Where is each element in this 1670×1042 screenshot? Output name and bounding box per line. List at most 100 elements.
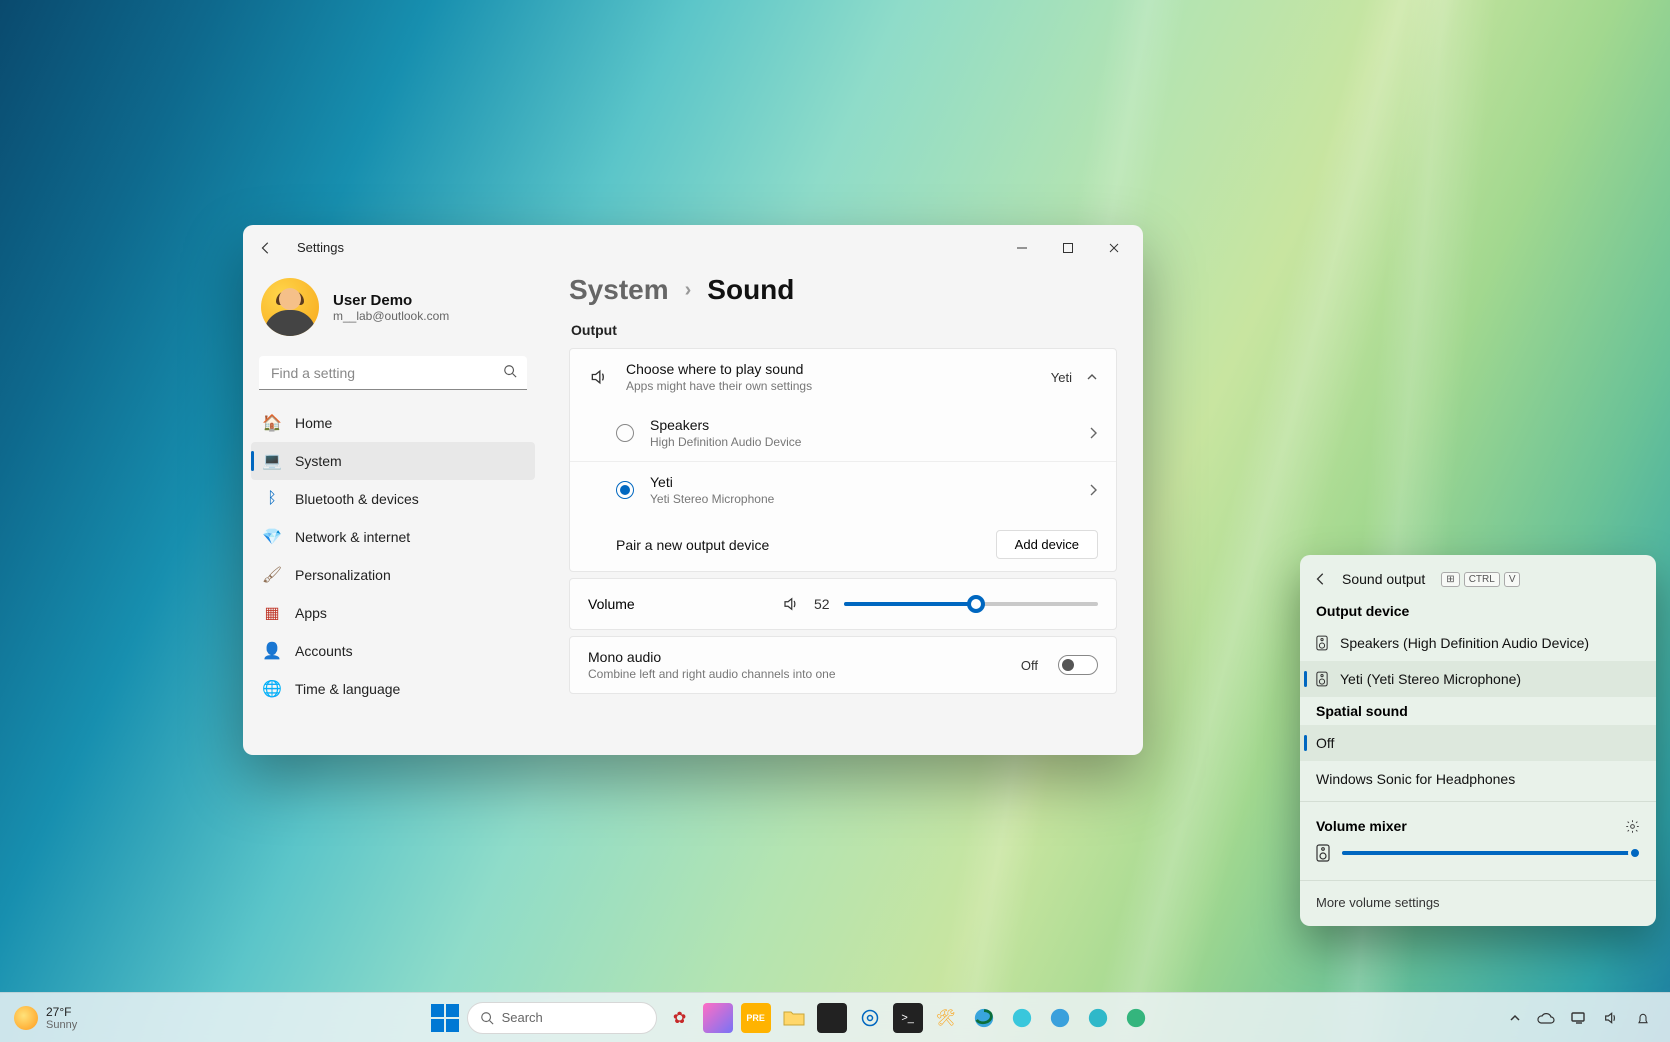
- minimize-button[interactable]: [999, 232, 1045, 264]
- device-icon: [1316, 844, 1330, 862]
- choose-output-sub: Apps might have their own settings: [626, 379, 1035, 393]
- sidebar-item-home[interactable]: 🏠Home: [251, 404, 535, 442]
- avatar: [261, 278, 319, 336]
- output-card: Choose where to play sound Apps might ha…: [569, 348, 1117, 572]
- taskbar-search[interactable]: Search: [467, 1002, 657, 1034]
- sidebar-item-time-language[interactable]: 🌐 Time & language: [251, 670, 535, 708]
- sun-icon: [14, 1006, 38, 1030]
- taskbar-app-icon[interactable]: ✿: [665, 1003, 695, 1033]
- chevron-right-icon: ›: [685, 279, 692, 302]
- choose-output-row[interactable]: Choose where to play sound Apps might ha…: [570, 349, 1116, 405]
- taskbar-app-icon[interactable]: [703, 1003, 733, 1033]
- profile-email: m__lab@outlook.com: [333, 309, 449, 323]
- edge-icon[interactable]: [1083, 1003, 1113, 1033]
- sidebar-item-accounts[interactable]: 👤Accounts: [251, 632, 535, 670]
- nav-icon: ▦: [263, 604, 281, 622]
- edge-icon[interactable]: [1045, 1003, 1075, 1033]
- weather-temp: 27°F: [46, 1005, 77, 1019]
- flyout-title: Sound output: [1342, 571, 1425, 587]
- device-sub: Yeti Stereo Microphone: [650, 492, 1072, 506]
- sidebar-item-system[interactable]: 💻System: [251, 442, 535, 480]
- nav-label: Network & internet: [295, 529, 410, 545]
- selected-output-value: Yeti: [1051, 370, 1072, 385]
- search-input[interactable]: [259, 356, 527, 390]
- mono-state: Off: [1021, 658, 1038, 673]
- flyout-device-item[interactable]: Yeti (Yeti Stereo Microphone): [1300, 661, 1656, 697]
- flyout-spatial-item[interactable]: Off: [1300, 725, 1656, 761]
- flyout-device-item[interactable]: Speakers (High Definition Audio Device): [1300, 625, 1656, 661]
- gear-icon[interactable]: [1625, 819, 1640, 834]
- taskbar-app-icon[interactable]: 🛠: [931, 1003, 961, 1033]
- sidebar-item-bluetooth-devices[interactable]: ᛒ Bluetooth & devices: [251, 480, 535, 518]
- volume-icon[interactable]: [1600, 1008, 1622, 1028]
- flyout-back-button[interactable]: [1314, 572, 1332, 586]
- start-button[interactable]: [431, 1004, 459, 1032]
- nav-icon: ᛒ: [263, 490, 281, 508]
- chevron-right-icon[interactable]: [1088, 427, 1098, 439]
- profile-name: User Demo: [333, 292, 449, 309]
- nav-icon: 👤: [263, 642, 281, 660]
- nav-label: Bluetooth & devices: [295, 491, 419, 507]
- close-button[interactable]: [1091, 232, 1137, 264]
- flyout-section-spatial: Spatial sound: [1300, 697, 1656, 725]
- sidebar-item-network-internet[interactable]: 💎 Network & internet: [251, 518, 535, 556]
- edge-icon[interactable]: [1121, 1003, 1151, 1033]
- mono-card: Mono audio Combine left and right audio …: [569, 636, 1117, 694]
- mixer-title: Volume mixer: [1316, 818, 1625, 834]
- chevron-right-icon[interactable]: [1088, 484, 1098, 496]
- taskbar: 27°F Sunny Search ✿ PRE >_ 🛠: [0, 992, 1670, 1042]
- speaker-icon[interactable]: [782, 595, 800, 613]
- volume-slider[interactable]: [844, 602, 1098, 606]
- breadcrumb-leaf: Sound: [707, 274, 794, 306]
- radio-icon[interactable]: [616, 424, 634, 442]
- nav-label: Home: [295, 415, 332, 431]
- edge-icon[interactable]: [969, 1003, 999, 1033]
- file-explorer-icon[interactable]: [779, 1003, 809, 1033]
- maximize-button[interactable]: [1045, 232, 1091, 264]
- flyout-spatial-item[interactable]: Windows Sonic for Headphones: [1300, 761, 1656, 797]
- nav-list: 🏠Home💻System ᛒ Bluetooth & devices 💎 Network…: [251, 404, 535, 747]
- nav-label: Apps: [295, 605, 327, 621]
- mono-toggle[interactable]: [1058, 655, 1098, 675]
- titlebar: Settings: [243, 225, 1143, 270]
- tray-chevron-icon[interactable]: [1506, 1010, 1524, 1026]
- onedrive-icon[interactable]: [1534, 1010, 1558, 1026]
- section-output-title: Output: [571, 322, 1117, 338]
- taskbar-app-icon[interactable]: [817, 1003, 847, 1033]
- taskbar-search-placeholder: Search: [502, 1010, 543, 1025]
- network-icon[interactable]: [1568, 1009, 1590, 1027]
- profile[interactable]: User Demo m__lab@outlook.com: [251, 270, 535, 350]
- back-button[interactable]: [259, 241, 283, 255]
- taskbar-app-icon[interactable]: PRE: [741, 1003, 771, 1033]
- search-box[interactable]: [259, 356, 527, 390]
- breadcrumb: System › Sound: [569, 274, 1117, 306]
- flyout-spatial-label: Windows Sonic for Headphones: [1316, 771, 1515, 787]
- notifications-icon[interactable]: [1632, 1008, 1654, 1028]
- edge-icon[interactable]: [1007, 1003, 1037, 1033]
- mixer-slider[interactable]: [1342, 851, 1640, 855]
- radio-icon[interactable]: [616, 481, 634, 499]
- nav-icon: 🌐: [263, 680, 281, 698]
- system-tray: [1490, 1008, 1670, 1028]
- output-device-row[interactable]: Yeti Yeti Stereo Microphone: [570, 461, 1116, 518]
- output-device-row[interactable]: Speakers High Definition Audio Device: [570, 405, 1116, 461]
- more-volume-settings[interactable]: More volume settings: [1300, 885, 1656, 920]
- add-device-button[interactable]: Add device: [996, 530, 1098, 559]
- breadcrumb-root[interactable]: System: [569, 274, 669, 306]
- weather-widget[interactable]: 27°F Sunny: [0, 1005, 91, 1031]
- device-icon: [1316, 635, 1328, 651]
- terminal-icon[interactable]: >_: [893, 1003, 923, 1033]
- sidebar-item-apps[interactable]: ▦ Apps: [251, 594, 535, 632]
- sidebar-item-personalization[interactable]: 🖌Personalization: [251, 556, 535, 594]
- device-name: Speakers: [650, 417, 1072, 433]
- volume-card: Volume 52: [569, 578, 1117, 630]
- nav-icon: 🖌: [263, 566, 281, 584]
- pair-device-row: Pair a new output device Add device: [570, 518, 1116, 571]
- search-icon: [503, 364, 517, 378]
- mono-sub: Combine left and right audio channels in…: [588, 667, 1005, 681]
- settings-icon[interactable]: [855, 1003, 885, 1033]
- nav-icon: 💎: [263, 528, 281, 546]
- flyout-device-label: Speakers (High Definition Audio Device): [1340, 635, 1589, 651]
- nav-label: Time & language: [295, 681, 400, 697]
- chevron-up-icon: [1086, 371, 1098, 383]
